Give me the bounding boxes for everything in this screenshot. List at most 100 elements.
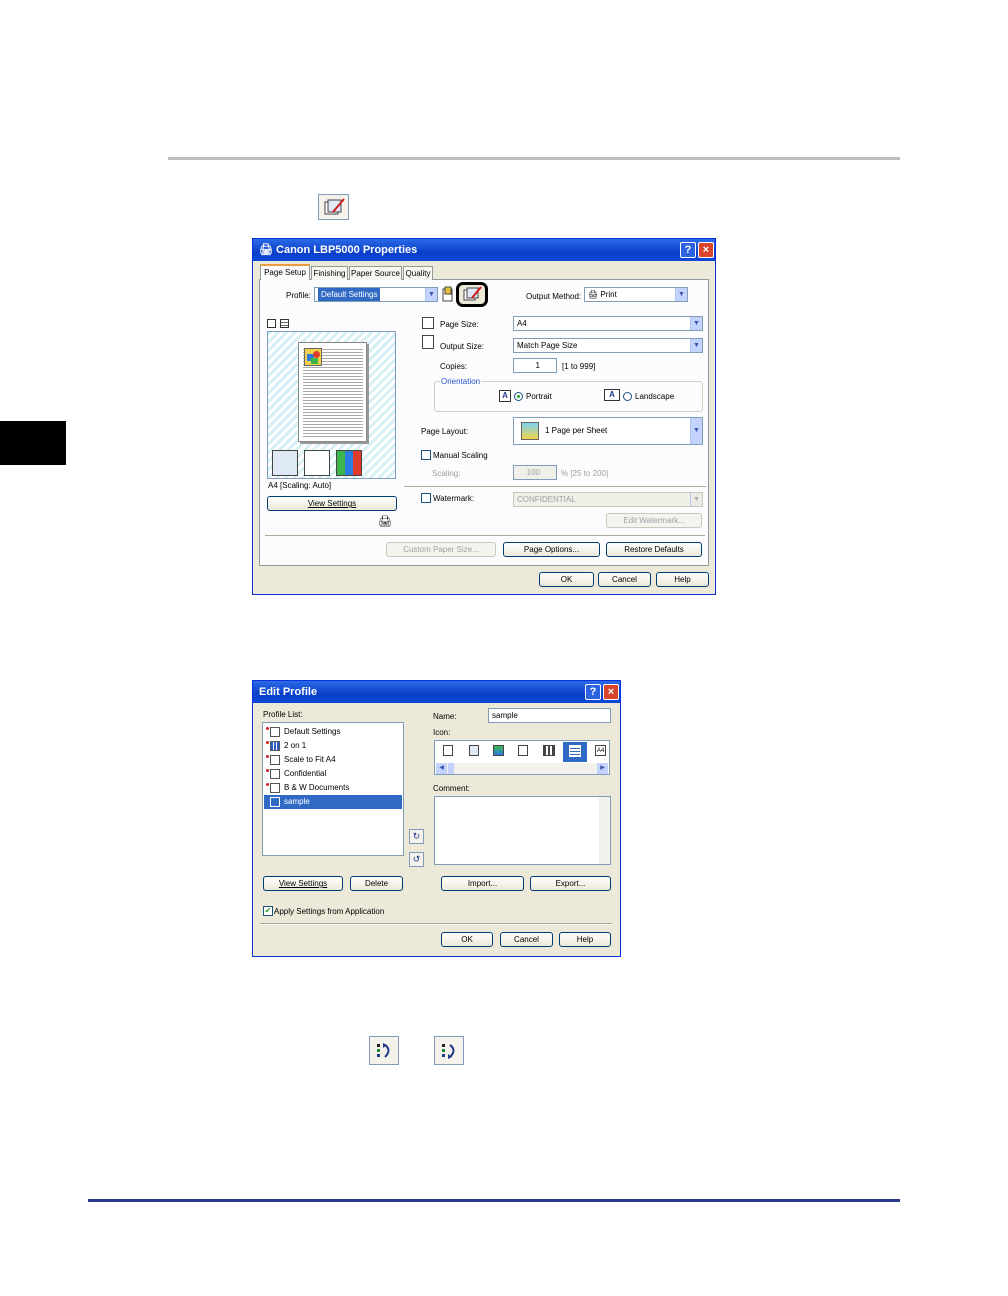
apply-settings-checkbox[interactable]: ✔ — [263, 906, 273, 916]
profile-name: sample — [284, 797, 310, 806]
chevron-down-icon: ▼ — [690, 339, 702, 352]
portrait-radio[interactable] — [514, 392, 523, 401]
preview-caption: A4 [Scaling: Auto] — [268, 481, 332, 490]
stack-print-icon[interactable] — [272, 450, 298, 476]
profile-icon — [270, 755, 280, 765]
page-size-value: A4 — [517, 319, 527, 328]
settings-view-icon[interactable] — [280, 319, 289, 328]
portrait-label: Portrait — [526, 392, 552, 401]
page-icon[interactable] — [518, 745, 528, 756]
comment-label: Comment: — [433, 784, 470, 793]
profile-name: B & W Documents — [284, 783, 350, 792]
list-item[interactable]: 2 on 1 — [264, 739, 402, 753]
move-up-button[interactable]: ↻ — [409, 829, 424, 844]
tab-paper-source[interactable]: Paper Source — [349, 266, 402, 280]
profile-list[interactable]: Default Settings 2 on 1 Scale to Fit A4 … — [262, 722, 404, 856]
tab-finishing[interactable]: Finishing — [311, 266, 348, 280]
restore-defaults-button[interactable]: Restore Defaults — [606, 542, 702, 557]
page-layout-icon — [521, 421, 539, 440]
layout-view-icon[interactable] — [267, 319, 276, 328]
list-item[interactable]: Default Settings — [264, 725, 402, 739]
view-settings-button[interactable]: View Settings — [263, 876, 343, 891]
page-icon-selected[interactable] — [563, 742, 587, 762]
add-profile-icon[interactable] — [442, 286, 454, 302]
profile-icon — [270, 727, 280, 737]
custom-paper-size-button[interactable]: Custom Paper Size... — [386, 542, 496, 557]
page-icon[interactable] — [443, 745, 453, 756]
watermark-select[interactable]: CONFIDENTIAL ▼ — [513, 492, 703, 507]
page-icon[interactable] — [543, 745, 555, 756]
copy-icon[interactable] — [304, 450, 330, 476]
header-rule — [168, 157, 900, 160]
page-layout-select[interactable]: 1 Page per Sheet ▼ — [513, 417, 703, 445]
properties-title: Canon LBP5000 Properties — [276, 244, 418, 256]
help-button[interactable]: Help — [559, 932, 611, 947]
footer-rule — [88, 1199, 900, 1202]
icon-scrollbar[interactable]: ◀ ▶ — [436, 763, 608, 774]
close-titlebar-button[interactable]: × — [698, 242, 714, 258]
output-size-icon — [422, 335, 434, 349]
delete-button[interactable]: Delete — [350, 876, 403, 891]
copies-spinner[interactable]: 1 — [513, 358, 557, 373]
cancel-button[interactable]: Cancel — [598, 572, 651, 587]
move-up-icon: ↻ — [412, 831, 421, 841]
separator — [260, 923, 612, 925]
icon-picker[interactable]: A4 ◀ ▶ — [434, 740, 610, 775]
ok-button[interactable]: OK — [441, 932, 493, 947]
page-icon[interactable] — [493, 745, 504, 756]
edit-watermark-button[interactable]: Edit Watermark... — [606, 513, 702, 528]
list-item[interactable]: Scale to Fit A4 — [264, 753, 402, 767]
profile-name: Scale to Fit A4 — [284, 755, 336, 764]
output-size-select[interactable]: Match Page Size ▼ — [513, 338, 703, 353]
scaling-range: % [25 to 200] — [561, 469, 609, 478]
output-method-select[interactable]: 🖨 Print ▼ — [584, 287, 688, 302]
edit-profile-title-bar: Edit Profile — [253, 681, 620, 703]
edit-profile-icon — [318, 194, 349, 220]
chevron-down-icon: ▼ — [690, 493, 702, 506]
watermark-checkbox[interactable] — [421, 493, 431, 503]
page-size-select[interactable]: A4 ▼ — [513, 316, 703, 331]
scaling-spinner[interactable]: 100 — [513, 465, 557, 480]
output-size-label: Output Size: — [440, 342, 485, 351]
name-value: sample — [492, 711, 518, 720]
manual-scaling-checkbox[interactable] — [421, 450, 431, 460]
view-settings-button[interactable]: View Settings — [267, 496, 397, 511]
help-button[interactable]: Help — [656, 572, 709, 587]
separator — [265, 535, 705, 537]
list-item[interactable]: Confidential — [264, 767, 402, 781]
profile-name: Confidential — [284, 769, 327, 778]
copies-range: [1 to 999] — [562, 362, 596, 371]
scroll-left-icon[interactable]: ◀ — [436, 763, 447, 774]
list-item[interactable]: B & W Documents — [264, 781, 402, 795]
comment-scrollbar[interactable] — [599, 797, 610, 864]
scroll-right-icon[interactable]: ▶ — [597, 763, 608, 774]
help-titlebar-button[interactable]: ? — [680, 242, 696, 258]
color-icon[interactable] — [336, 450, 362, 476]
landscape-radio[interactable] — [623, 392, 632, 401]
help-titlebar-button[interactable]: ? — [585, 684, 601, 700]
scroll-thumb[interactable] — [448, 763, 454, 774]
page-icon[interactable]: A4 — [595, 745, 606, 756]
chapter-side-tab — [0, 421, 66, 465]
chevron-down-icon: ▼ — [690, 317, 702, 330]
comment-textarea[interactable] — [434, 796, 611, 865]
ok-button[interactable]: OK — [539, 572, 594, 587]
edit-profile-button[interactable] — [456, 282, 488, 307]
page-preview — [267, 331, 396, 479]
cancel-button[interactable]: Cancel — [500, 932, 553, 947]
name-input[interactable]: sample — [488, 708, 611, 723]
page-size-icon — [422, 317, 434, 329]
list-item[interactable]: sample — [264, 795, 402, 809]
move-down-button[interactable]: ↺ — [409, 852, 424, 867]
profile-select[interactable]: Default Settings ▼ — [314, 287, 438, 302]
import-button[interactable]: Import... — [441, 876, 524, 891]
tab-page-setup[interactable]: Page Setup — [260, 264, 310, 280]
page-layout-label: Page Layout: — [421, 427, 469, 436]
printer-info-icon[interactable]: 🖨 — [378, 515, 396, 529]
page-icon[interactable] — [469, 745, 479, 756]
page-options-button[interactable]: Page Options... — [503, 542, 600, 557]
close-titlebar-button[interactable]: × — [603, 684, 619, 700]
export-button[interactable]: Export... — [530, 876, 611, 891]
chevron-down-icon: ▼ — [690, 418, 702, 444]
tab-quality[interactable]: Quality — [403, 266, 433, 280]
